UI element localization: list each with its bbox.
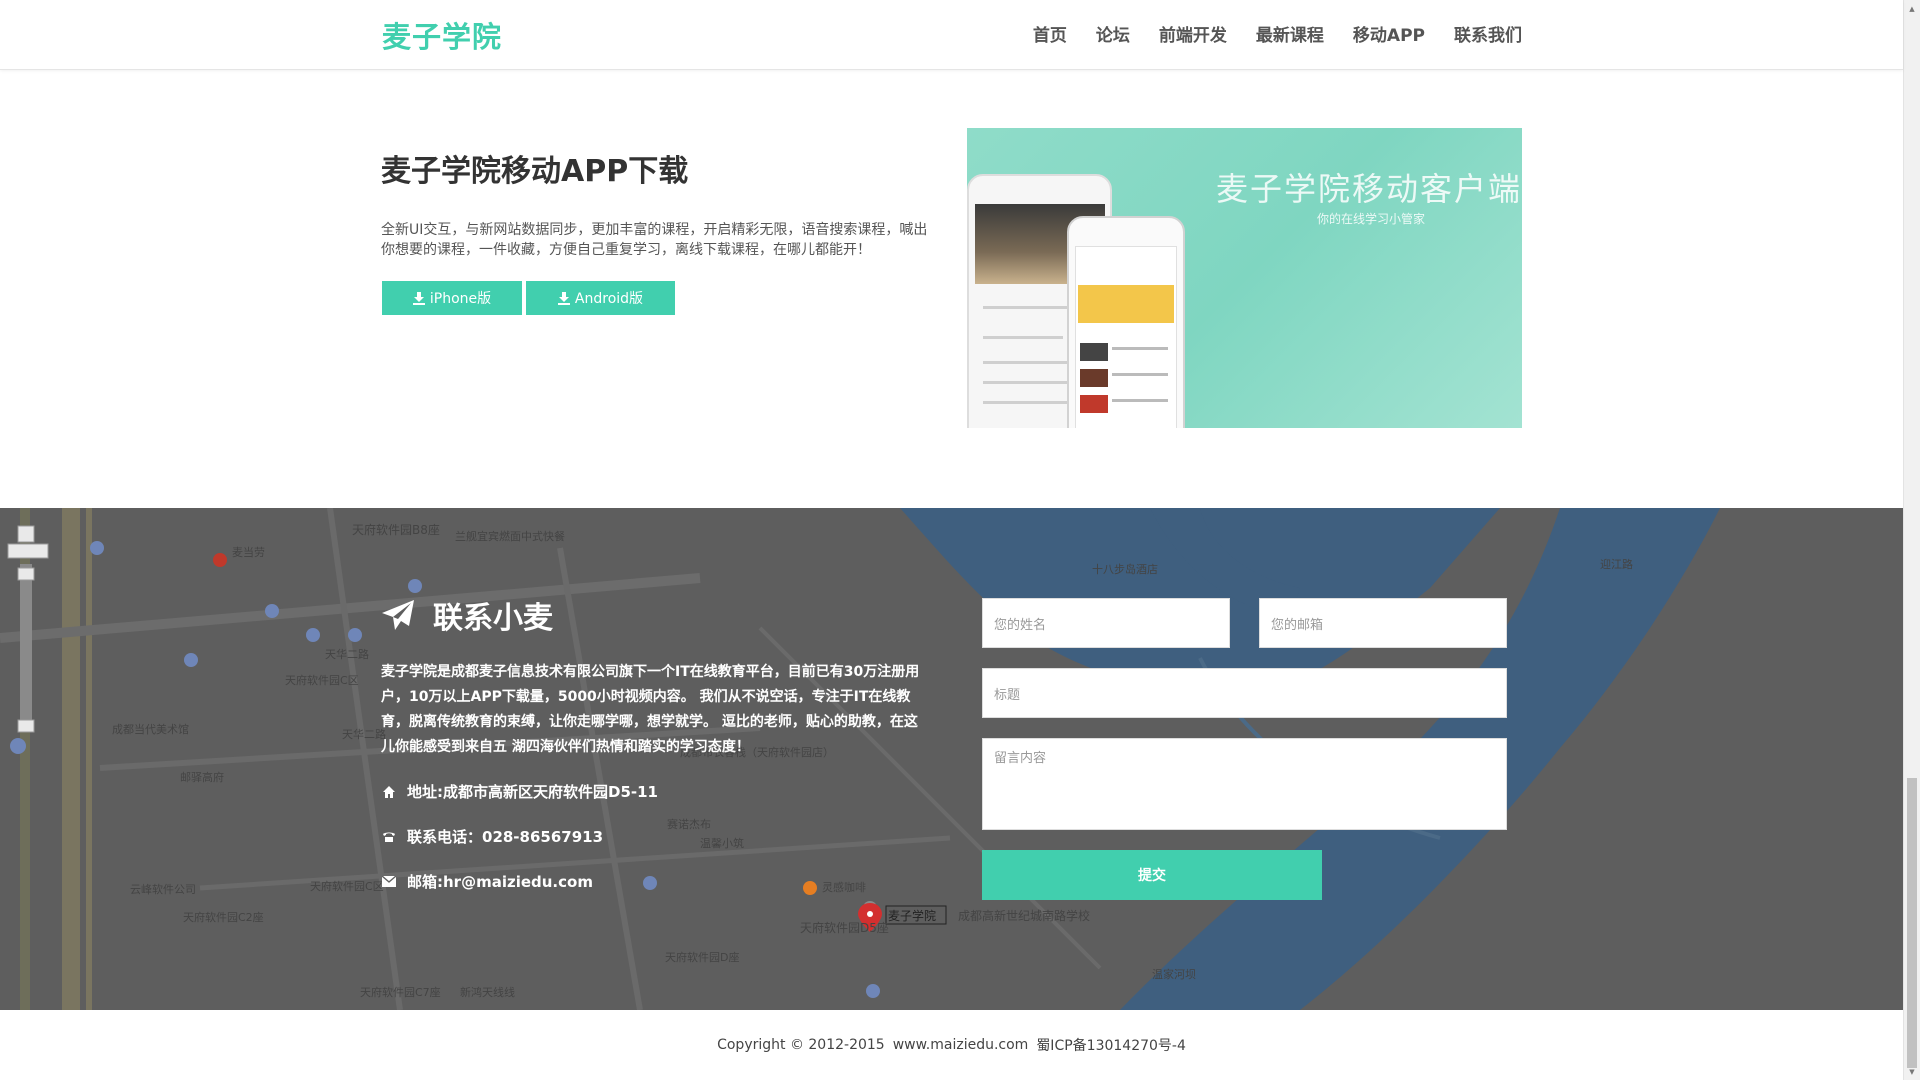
map-label: 兰舰宜宾燃面中式快餐 xyxy=(455,529,565,543)
map-label: 温家河坝 xyxy=(1152,967,1196,981)
map-label: 邮驿高府 xyxy=(180,770,224,784)
map-label: 天府软件园C区 xyxy=(285,673,359,687)
app-promo-image: 麦子学院移动客户端 你的在线学习小管家 xyxy=(967,128,1522,428)
map-label: 赛诺杰布 xyxy=(667,817,711,831)
map-label: 麦当劳 xyxy=(232,545,265,559)
contact-title-text: 联系小麦 xyxy=(433,601,553,636)
map-label: 云峰软件公司 xyxy=(130,882,196,896)
download-icon xyxy=(557,291,570,305)
email-input[interactable]: 您的邮箱 xyxy=(1259,598,1507,648)
map-label: 天府软件园D5座 xyxy=(800,920,889,935)
envelope-icon xyxy=(381,874,397,890)
map-label: 天华二路 xyxy=(342,727,386,741)
nav-item-contact[interactable]: 联系我们 xyxy=(1454,21,1522,46)
iphone-download-button[interactable]: iPhone版 xyxy=(382,281,522,315)
site-url[interactable]: www.maiziedu.com xyxy=(893,1037,1029,1053)
nav-item-frontend[interactable]: 前端开发 xyxy=(1159,21,1227,46)
site-logo[interactable]: 麦子学院 xyxy=(382,14,502,56)
map-label: 十八步岛酒店 xyxy=(1092,562,1158,576)
map-label: 成都高新世纪城南路学校 xyxy=(958,908,1090,923)
map-label: 天府软件园C7座 xyxy=(360,985,441,999)
main-nav: 首页 论坛 前端开发 最新课程 移动APP 联系我们 xyxy=(1033,0,1522,66)
nav-item-courses[interactable]: 最新课程 xyxy=(1256,21,1324,46)
map-label: 天府软件园C2座 xyxy=(183,910,264,924)
copyright-text: Copyright © 2012-2015 xyxy=(717,1037,885,1053)
nav-item-home[interactable]: 首页 xyxy=(1033,21,1067,46)
address-text: 地址:成都市高新区天府软件园D5-11 xyxy=(407,783,658,801)
scroll-down-arrow-icon[interactable]: ▼ xyxy=(1904,1063,1920,1080)
home-icon xyxy=(381,784,397,800)
phone-mockup-front xyxy=(1067,216,1185,428)
scrollbar-thumb[interactable] xyxy=(1907,778,1917,1068)
map-label: 天府软件园D座 xyxy=(665,950,739,964)
map-label: 麦子学院 xyxy=(888,908,936,923)
site-header: 麦子学院 首页 论坛 前端开发 最新课程 移动APP 联系我们 xyxy=(0,0,1903,70)
app-section-description: 全新UI交互，与新网站数据同步，更加丰富的课程，开启精彩无限，语音搜索课程，喊出… xyxy=(381,222,928,258)
map-label: 天华二路 xyxy=(325,647,369,661)
android-download-button[interactable]: Android版 xyxy=(526,281,675,315)
download-icon xyxy=(412,291,425,305)
map-label: 灵感咖啡 xyxy=(822,880,866,894)
phone-text: 联系电话：028-86567913 xyxy=(407,828,604,846)
map-label: 天府软件园C区 xyxy=(310,879,384,893)
iphone-button-label: iPhone版 xyxy=(429,291,492,307)
submit-button[interactable]: 提交 xyxy=(982,850,1322,900)
icp-number[interactable]: 蜀ICP备13014270号-4 xyxy=(1036,1035,1186,1055)
nav-item-mobile-app[interactable]: 移动APP xyxy=(1353,21,1425,46)
contact-description: 麦子学院是成都麦子信息技术有限公司旗下一个IT在线教育平台，目前已有30万注册用… xyxy=(381,664,920,755)
phone-icon xyxy=(381,829,397,845)
contact-title: 联系小麦 xyxy=(381,593,553,637)
map-label: 新鸿天线线 xyxy=(460,985,515,999)
map-label: 温馨小筑 xyxy=(700,836,744,850)
message-textarea[interactable]: 留言内容 xyxy=(982,738,1507,830)
contact-email: 邮箱:hr@maiziedu.com xyxy=(381,871,593,892)
map-label: 天府软件园B8座 xyxy=(352,522,440,537)
promo-subtitle: 你的在线学习小管家 xyxy=(1317,212,1426,226)
vertical-scrollbar[interactable]: ▲ ▼ xyxy=(1903,0,1920,1080)
contact-section: 天府软件园B8座 兰舰宜宾燃面中式快餐 麦当劳 天府软件园C区 天华二路 成都当… xyxy=(0,508,1903,1010)
contact-phone: 联系电话：028-86567913 xyxy=(381,826,603,847)
map-label: 迎江路 xyxy=(1600,558,1633,571)
app-section-title: 麦子学院移动APP下载 xyxy=(381,154,689,189)
page: 麦子学院 首页 论坛 前端开发 最新课程 移动APP 联系我们 麦子学院移动AP… xyxy=(0,0,1920,1080)
subject-input[interactable]: 标题 xyxy=(982,668,1507,718)
email-text: 邮箱:hr@maiziedu.com xyxy=(407,873,593,891)
site-footer: Copyright © 2012-2015 www.maiziedu.com 蜀… xyxy=(0,1010,1903,1080)
contact-address: 地址:成都市高新区天府软件园D5-11 xyxy=(381,781,658,802)
map-background[interactable]: 天府软件园B8座 兰舰宜宾燃面中式快餐 麦当劳 天府软件园C区 天华二路 成都当… xyxy=(0,508,1903,1010)
name-input[interactable]: 您的姓名 xyxy=(982,598,1230,648)
map-label: 成都当代美术馆 xyxy=(112,722,189,736)
paper-plane-icon xyxy=(382,600,414,630)
android-button-label: Android版 xyxy=(574,291,644,307)
nav-item-forum[interactable]: 论坛 xyxy=(1096,21,1130,46)
promo-title: 麦子学院移动客户端 xyxy=(1215,170,1522,208)
scroll-up-arrow-icon[interactable]: ▲ xyxy=(1904,0,1920,17)
